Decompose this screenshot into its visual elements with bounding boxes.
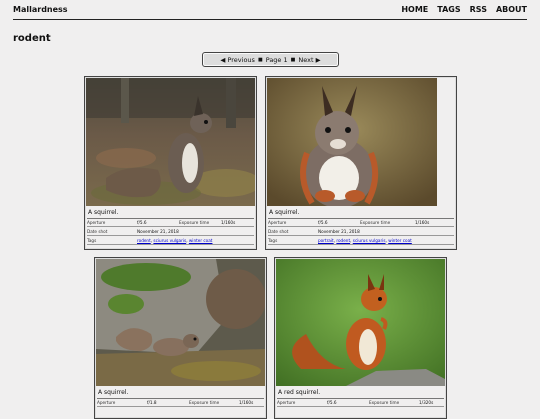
tag-link[interactable]: sciurus vulgaris xyxy=(353,238,386,243)
aperture-value: f/1.8 xyxy=(147,399,157,405)
tags-label: Tags xyxy=(268,237,278,243)
main-nav: HOME TAGS RSS ABOUT xyxy=(401,5,527,14)
aperture-label: Aperture xyxy=(268,219,287,225)
tag-link[interactable]: winter coat xyxy=(189,238,213,243)
nav-tags[interactable]: TAGS xyxy=(437,5,460,14)
page-title: rodent xyxy=(13,33,51,44)
date-value: November 21, 2018 xyxy=(318,228,360,234)
tag-link[interactable]: sciurus vulgaris xyxy=(153,238,186,243)
date-value: November 21, 2018 xyxy=(137,228,179,234)
squirrel-photo[interactable] xyxy=(276,259,445,386)
nav-rss[interactable]: RSS xyxy=(470,5,487,14)
aperture-label: Aperture xyxy=(277,399,296,405)
header-divider xyxy=(13,19,527,20)
exposure-label: Exposure time xyxy=(189,399,220,405)
photo-metadata: Aperture f/5.6 Exposure time 1/160s Date… xyxy=(87,218,254,245)
date-label: Date shot xyxy=(268,228,289,234)
photo-metadata: Aperture f/5.6 Exposure time 1/160s Date… xyxy=(268,218,454,245)
previous-link[interactable]: ◀ Previous xyxy=(220,56,255,64)
separator: ■ xyxy=(290,56,296,63)
tag-link[interactable]: portrait xyxy=(318,238,334,243)
exposure-value: 1/160s xyxy=(221,219,236,225)
nav-home[interactable]: HOME xyxy=(401,5,428,14)
date-label: Date shot xyxy=(87,228,108,234)
site-title[interactable]: Mallardness xyxy=(13,5,68,14)
tags-label: Tags xyxy=(87,237,97,243)
tag-link[interactable]: rodent xyxy=(336,238,350,243)
nav-about[interactable]: ABOUT xyxy=(496,5,527,14)
exposure-label: Exposure time xyxy=(369,399,400,405)
photo-card: A squirrel. Aperture f/5.6 Exposure time… xyxy=(84,76,257,250)
aperture-value: f/5.6 xyxy=(318,219,328,225)
exposure-value: 1/160s xyxy=(415,219,430,225)
tag-list: rodent, sciurus vulgaris, winter coat xyxy=(137,237,213,243)
squirrel-photo[interactable] xyxy=(96,259,265,386)
tag-link[interactable]: rodent xyxy=(137,238,151,243)
aperture-value: f/5.6 xyxy=(327,399,337,405)
exposure-label: Exposure time xyxy=(360,219,391,225)
exposure-value: 1/160s xyxy=(239,399,254,405)
pagination: ◀ Previous ■ Page 1 ■ Next ▶ xyxy=(202,52,339,67)
aperture-label: Aperture xyxy=(87,219,106,225)
photo-card: A red squirrel. Aperture f/5.6 Exposure … xyxy=(274,257,447,419)
squirrel-photo[interactable] xyxy=(267,78,437,206)
photo-metadata: Aperture f/5.6 Exposure time 1/320s xyxy=(277,398,444,407)
photo-card: A squirrel. Aperture f/5.6 Exposure time… xyxy=(265,76,457,250)
aperture-label: Aperture xyxy=(97,399,116,405)
exposure-value: 1/320s xyxy=(419,399,434,405)
separator: ■ xyxy=(257,56,263,63)
next-link[interactable]: Next ▶ xyxy=(298,56,320,64)
exposure-label: Exposure time xyxy=(179,219,210,225)
aperture-value: f/5.6 xyxy=(137,219,147,225)
photo-card: A squirrel. Aperture f/1.8 Exposure time… xyxy=(94,257,267,419)
squirrel-photo[interactable] xyxy=(86,78,255,206)
tag-link[interactable]: winter coat xyxy=(388,238,412,243)
photo-metadata: Aperture f/1.8 Exposure time 1/160s xyxy=(97,398,264,407)
tag-list: portrait, rodent, sciurus vulgaris, wint… xyxy=(318,237,412,243)
page-indicator: Page 1 xyxy=(265,55,288,64)
